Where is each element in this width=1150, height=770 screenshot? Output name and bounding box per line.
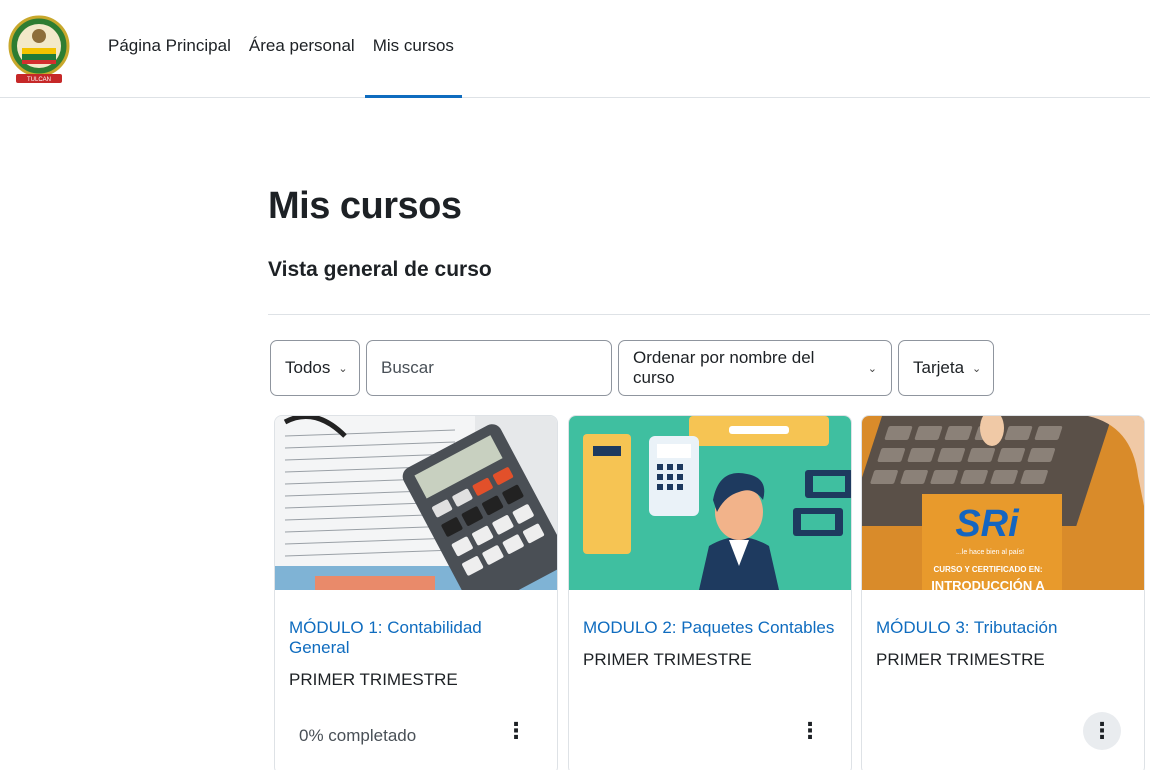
search-input[interactable]: Buscar xyxy=(366,340,612,396)
page-title: Mis cursos xyxy=(268,185,462,227)
sri-tagline-text: ...le hace bien al país! xyxy=(956,549,1024,556)
view-dropdown[interactable]: Tarjeta ⌄ xyxy=(898,340,994,396)
course-progress-text: 0% completado xyxy=(299,726,417,745)
grouping-label: Todos xyxy=(285,358,331,377)
course-category: PRIMER TRIMESTRE xyxy=(876,650,1045,669)
course-image-accounting[interactable] xyxy=(275,416,557,590)
sri-intro-text: INTRODUCCIÓN A xyxy=(931,578,1045,590)
logo-text: TULCAN xyxy=(27,77,51,83)
course-category: PRIMER TRIMESTRE xyxy=(289,670,458,689)
sri-brand-text: SRi xyxy=(955,503,1020,545)
more-vertical-icon[interactable]: ⋮ xyxy=(497,712,535,750)
course-title-link[interactable]: MODULO 2: Paquetes Contables xyxy=(583,618,837,638)
top-navbar: TULCAN Página Principal Área personal Mi… xyxy=(0,0,1150,98)
course-image-taxation[interactable]: SRi ...le hace bien al país! CURSO Y CER… xyxy=(862,416,1144,590)
course-title-link[interactable]: MÓDULO 3: Tributación xyxy=(876,618,1130,638)
chevron-down-icon: ⌄ xyxy=(338,362,348,375)
more-vertical-icon[interactable]: ⋮ xyxy=(791,712,829,750)
divider xyxy=(268,314,1150,315)
course-title-link[interactable]: MÓDULO 1: Contabilidad General xyxy=(289,618,543,658)
chevron-down-icon: ⌄ xyxy=(972,362,982,375)
course-card: MÓDULO 1: Contabilidad General PRIMER TR… xyxy=(274,415,558,770)
sort-dropdown[interactable]: Ordenar por nombre del curso ⌄ xyxy=(618,340,892,396)
sri-course-text: CURSO Y CERTIFICADO EN: xyxy=(933,565,1042,574)
nav-home[interactable]: Página Principal xyxy=(108,0,231,98)
section-title: Vista general de curso xyxy=(268,258,492,281)
more-vertical-icon[interactable]: ⋮ xyxy=(1083,712,1121,750)
nav-my-courses[interactable]: Mis cursos xyxy=(364,0,463,98)
sort-label: Ordenar por nombre del curso xyxy=(633,348,815,387)
course-filters: Todos ⌄ Buscar Ordenar por nombre del cu… xyxy=(270,340,994,396)
search-placeholder: Buscar xyxy=(381,358,434,377)
course-category: PRIMER TRIMESTRE xyxy=(583,650,752,669)
course-card: SRi ...le hace bien al país! CURSO Y CER… xyxy=(861,415,1145,770)
chevron-down-icon: ⌄ xyxy=(867,362,877,375)
site-logo[interactable]: TULCAN xyxy=(8,8,70,90)
view-label: Tarjeta xyxy=(913,358,965,377)
course-image-software[interactable] xyxy=(569,416,851,590)
course-card: MODULO 2: Paquetes Contables PRIMER TRIM… xyxy=(568,415,852,770)
grouping-dropdown[interactable]: Todos ⌄ xyxy=(270,340,360,396)
nav-dashboard[interactable]: Área personal xyxy=(249,0,355,98)
